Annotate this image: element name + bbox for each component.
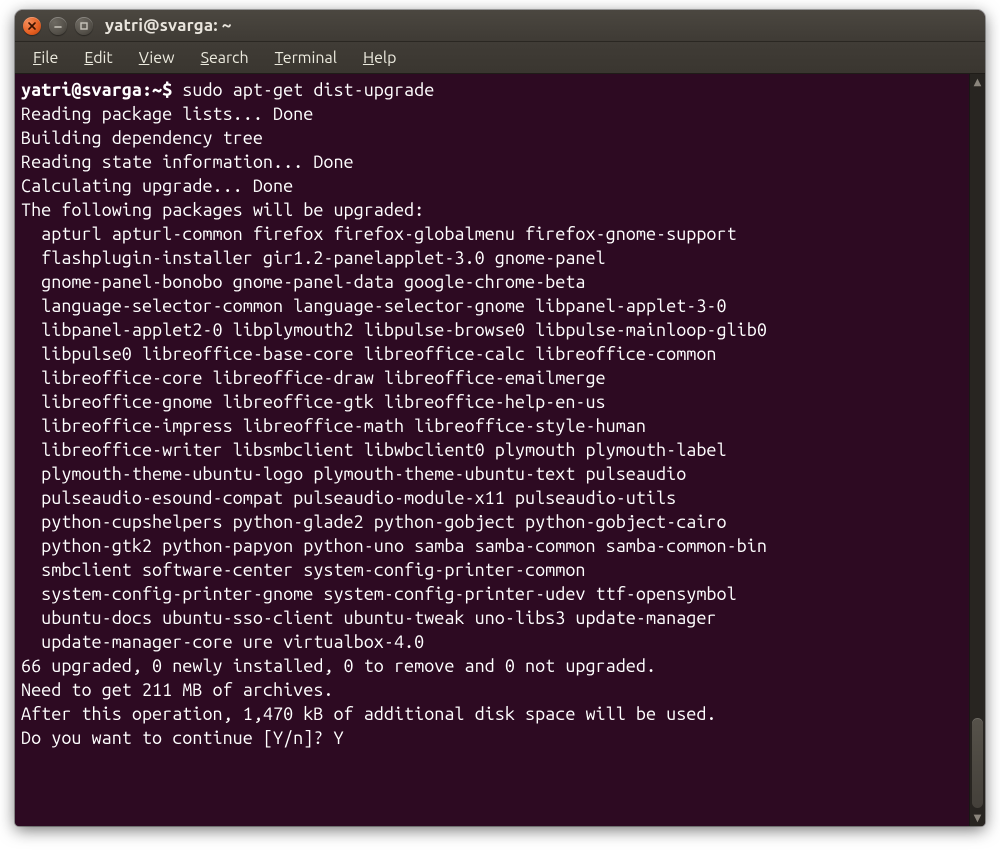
minimize-icon bbox=[53, 21, 63, 31]
package-line: libpulse0 libreoffice-base-core libreoff… bbox=[21, 342, 963, 366]
summary-line: Need to get 211 MB of archives. bbox=[21, 678, 963, 702]
terminal-window: yatri@svarga: ~ File Edit View Search Te… bbox=[15, 10, 985, 826]
output-line: Building dependency tree bbox=[21, 126, 963, 150]
output-line: Reading package lists... Done bbox=[21, 102, 963, 126]
package-line: smbclient software-center system-config-… bbox=[21, 558, 963, 582]
summary-line: After this operation, 1,470 kB of additi… bbox=[21, 702, 963, 726]
window-title: yatri@svarga: ~ bbox=[105, 16, 232, 35]
close-icon bbox=[27, 21, 37, 31]
maximize-icon bbox=[79, 21, 89, 31]
menu-file[interactable]: File bbox=[21, 45, 70, 71]
terminal-output[interactable]: yatri@svarga:~$ sudo apt-get dist-upgrad… bbox=[15, 74, 969, 826]
titlebar[interactable]: yatri@svarga: ~ bbox=[15, 10, 985, 42]
summary-line: 66 upgraded, 0 newly installed, 0 to rem… bbox=[21, 654, 963, 678]
package-line: libreoffice-gnome libreoffice-gtk libreo… bbox=[21, 390, 963, 414]
scroll-up-arrow-icon[interactable]: ▲ bbox=[970, 74, 985, 90]
shell-prompt: yatri@svarga:~$ bbox=[21, 80, 182, 100]
window-controls bbox=[23, 17, 93, 35]
terminal-area: yatri@svarga:~$ sudo apt-get dist-upgrad… bbox=[15, 74, 985, 826]
package-line: system-config-printer-gnome system-confi… bbox=[21, 582, 963, 606]
package-line: libreoffice-impress libreoffice-math lib… bbox=[21, 414, 963, 438]
shell-command: sudo apt-get dist-upgrade bbox=[182, 80, 434, 100]
menubar: File Edit View Search Terminal Help bbox=[15, 42, 985, 74]
package-line: language-selector-common language-select… bbox=[21, 294, 963, 318]
scrollbar[interactable]: ▲ ▼ bbox=[969, 74, 985, 826]
menu-edit[interactable]: Edit bbox=[72, 45, 124, 71]
package-line: pulseaudio-esound-compat pulseaudio-modu… bbox=[21, 486, 963, 510]
output-line: Calculating upgrade... Done bbox=[21, 174, 963, 198]
output-line: The following packages will be upgraded: bbox=[21, 198, 963, 222]
package-line: plymouth-theme-ubuntu-logo plymouth-them… bbox=[21, 462, 963, 486]
package-line: flashplugin-installer gir1.2-panelapplet… bbox=[21, 246, 963, 270]
package-line: libreoffice-writer libsmbclient libwbcli… bbox=[21, 438, 963, 462]
menu-help[interactable]: Help bbox=[351, 45, 409, 71]
package-line: ubuntu-docs ubuntu-sso-client ubuntu-twe… bbox=[21, 606, 963, 630]
confirm-input[interactable]: Y bbox=[333, 728, 343, 748]
menu-terminal[interactable]: Terminal bbox=[263, 45, 349, 71]
menu-view[interactable]: View bbox=[127, 45, 187, 71]
package-line: python-gtk2 python-papyon python-uno sam… bbox=[21, 534, 963, 558]
minimize-button[interactable] bbox=[49, 17, 67, 35]
close-button[interactable] bbox=[23, 17, 41, 35]
package-line: gnome-panel-bonobo gnome-panel-data goog… bbox=[21, 270, 963, 294]
package-line: apturl apturl-common firefox firefox-glo… bbox=[21, 222, 963, 246]
package-line: python-cupshelpers python-glade2 python-… bbox=[21, 510, 963, 534]
confirm-prompt: Do you want to continue [Y/n]? bbox=[21, 728, 333, 748]
output-line: Reading state information... Done bbox=[21, 150, 963, 174]
menu-search[interactable]: Search bbox=[189, 45, 261, 71]
package-line: update-manager-core ure virtualbox-4.0 bbox=[21, 630, 963, 654]
scroll-down-arrow-icon[interactable]: ▼ bbox=[970, 810, 985, 826]
maximize-button[interactable] bbox=[75, 17, 93, 35]
scrollbar-thumb[interactable] bbox=[972, 718, 983, 808]
package-line: libpanel-applet2-0 libplymouth2 libpulse… bbox=[21, 318, 963, 342]
package-line: libreoffice-core libreoffice-draw libreo… bbox=[21, 366, 963, 390]
